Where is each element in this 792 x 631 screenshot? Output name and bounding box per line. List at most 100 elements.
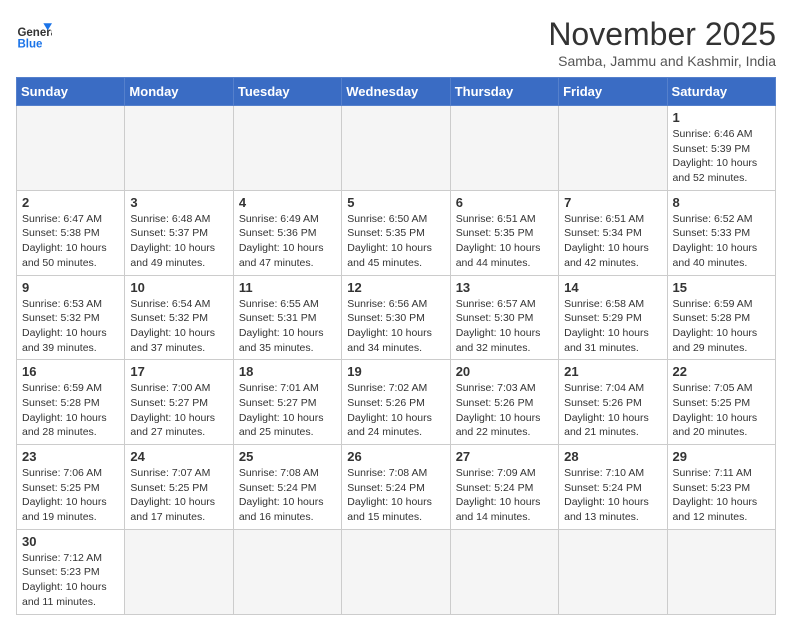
day-number: 30 (22, 534, 119, 549)
page-header: General Blue November 2025 Samba, Jammu … (16, 16, 776, 69)
svg-text:Blue: Blue (17, 39, 43, 51)
day-info: Sunrise: 6:58 AMSunset: 5:29 PMDaylight:… (564, 297, 661, 356)
day-number: 23 (22, 449, 119, 464)
day-number: 17 (130, 364, 227, 379)
calendar-day-cell (342, 529, 450, 614)
calendar-day-cell (559, 106, 667, 191)
day-info: Sunrise: 7:07 AMSunset: 5:25 PMDaylight:… (130, 466, 227, 525)
day-number: 7 (564, 195, 661, 210)
day-number: 2 (22, 195, 119, 210)
day-info: Sunrise: 7:08 AMSunset: 5:24 PMDaylight:… (239, 466, 336, 525)
day-number: 20 (456, 364, 553, 379)
day-number: 8 (673, 195, 770, 210)
calendar-week-row: 30 Sunrise: 7:12 AMSunset: 5:23 PMDayligh… (17, 529, 776, 614)
calendar-day-cell: 12 Sunrise: 6:56 AMSunset: 5:30 PMDayligh… (342, 275, 450, 360)
day-info: Sunrise: 7:04 AMSunset: 5:26 PMDaylight:… (564, 381, 661, 440)
day-info: Sunrise: 6:52 AMSunset: 5:33 PMDaylight:… (673, 212, 770, 271)
calendar-day-cell: 30 Sunrise: 7:12 AMSunset: 5:23 PMDayligh… (17, 529, 125, 614)
day-number: 29 (673, 449, 770, 464)
calendar-header-row: SundayMondayTuesdayWednesdayThursdayFrid… (17, 78, 776, 106)
calendar-day-cell (233, 529, 341, 614)
calendar-day-cell: 13Sunrise: 6:57 AMSunset: 5:30 PMDayligh… (450, 275, 558, 360)
calendar-day-cell: 11 Sunrise: 6:55 AMSunset: 5:31 PMDayligh… (233, 275, 341, 360)
day-info: Sunrise: 7:05 AMSunset: 5:25 PMDaylight:… (673, 381, 770, 440)
day-info: Sunrise: 7:06 AMSunset: 5:25 PMDaylight:… (22, 466, 119, 525)
calendar-day-cell: 27 Sunrise: 7:09 AMSunset: 5:24 PMDayligh… (450, 445, 558, 530)
calendar-day-cell: 21Sunrise: 7:04 AMSunset: 5:26 PMDayligh… (559, 360, 667, 445)
calendar-day-cell (450, 529, 558, 614)
calendar-day-cell: 28Sunrise: 7:10 AMSunset: 5:24 PMDayligh… (559, 445, 667, 530)
calendar-day-cell (125, 106, 233, 191)
logo: General Blue (16, 16, 52, 52)
calendar-day-cell: 19Sunrise: 7:02 AMSunset: 5:26 PMDayligh… (342, 360, 450, 445)
day-info: Sunrise: 7:12 AMSunset: 5:23 PMDaylight:… (22, 551, 119, 610)
calendar-day-cell: 26 Sunrise: 7:08 AMSunset: 5:24 PMDayligh… (342, 445, 450, 530)
logo-svg: General Blue (16, 16, 52, 52)
day-number: 4 (239, 195, 336, 210)
calendar-day-cell: 10Sunrise: 6:54 AMSunset: 5:32 PMDayligh… (125, 275, 233, 360)
day-number: 28 (564, 449, 661, 464)
day-info: Sunrise: 6:57 AMSunset: 5:30 PMDaylight:… (456, 297, 553, 356)
weekday-header-saturday: Saturday (667, 78, 775, 106)
calendar-day-cell: 4Sunrise: 6:49 AMSunset: 5:36 PMDaylight… (233, 190, 341, 275)
day-info: Sunrise: 6:50 AMSunset: 5:35 PMDaylight:… (347, 212, 444, 271)
calendar-day-cell: 23 Sunrise: 7:06 AMSunset: 5:25 PMDayligh… (17, 445, 125, 530)
title-area: November 2025 Samba, Jammu and Kashmir, … (548, 16, 776, 69)
day-info: Sunrise: 6:48 AMSunset: 5:37 PMDaylight:… (130, 212, 227, 271)
day-number: 3 (130, 195, 227, 210)
day-info: Sunrise: 6:47 AMSunset: 5:38 PMDaylight:… (22, 212, 119, 271)
day-number: 11 (239, 280, 336, 295)
calendar-day-cell (342, 106, 450, 191)
weekday-header-friday: Friday (559, 78, 667, 106)
calendar-day-cell: 6Sunrise: 6:51 AMSunset: 5:35 PMDaylight… (450, 190, 558, 275)
calendar-day-cell: 22 Sunrise: 7:05 AMSunset: 5:25 PMDayligh… (667, 360, 775, 445)
day-number: 6 (456, 195, 553, 210)
day-info: Sunrise: 6:59 AMSunset: 5:28 PMDaylight:… (673, 297, 770, 356)
weekday-header-wednesday: Wednesday (342, 78, 450, 106)
day-info: Sunrise: 6:46 AMSunset: 5:39 PMDaylight:… (673, 127, 770, 186)
location-subtitle: Samba, Jammu and Kashmir, India (548, 53, 776, 69)
day-number: 12 (347, 280, 444, 295)
day-number: 27 (456, 449, 553, 464)
day-info: Sunrise: 7:09 AMSunset: 5:24 PMDaylight:… (456, 466, 553, 525)
calendar-day-cell: 14Sunrise: 6:58 AMSunset: 5:29 PMDayligh… (559, 275, 667, 360)
calendar-day-cell: 20 Sunrise: 7:03 AMSunset: 5:26 PMDayligh… (450, 360, 558, 445)
calendar-day-cell (233, 106, 341, 191)
calendar-table: SundayMondayTuesdayWednesdayThursdayFrid… (16, 77, 776, 615)
calendar-day-cell: 1Sunrise: 6:46 AMSunset: 5:39 PMDaylight… (667, 106, 775, 191)
day-number: 18 (239, 364, 336, 379)
day-number: 16 (22, 364, 119, 379)
weekday-header-monday: Monday (125, 78, 233, 106)
calendar-day-cell (559, 529, 667, 614)
weekday-header-thursday: Thursday (450, 78, 558, 106)
day-info: Sunrise: 6:54 AMSunset: 5:32 PMDaylight:… (130, 297, 227, 356)
day-info: Sunrise: 7:08 AMSunset: 5:24 PMDaylight:… (347, 466, 444, 525)
calendar-day-cell: 7 Sunrise: 6:51 AMSunset: 5:34 PMDaylight… (559, 190, 667, 275)
day-number: 9 (22, 280, 119, 295)
calendar-day-cell: 24Sunrise: 7:07 AMSunset: 5:25 PMDayligh… (125, 445, 233, 530)
day-number: 5 (347, 195, 444, 210)
day-info: Sunrise: 6:55 AMSunset: 5:31 PMDaylight:… (239, 297, 336, 356)
day-number: 25 (239, 449, 336, 464)
calendar-day-cell (125, 529, 233, 614)
day-info: Sunrise: 6:53 AMSunset: 5:32 PMDaylight:… (22, 297, 119, 356)
day-number: 22 (673, 364, 770, 379)
calendar-week-row: 23 Sunrise: 7:06 AMSunset: 5:25 PMDayligh… (17, 445, 776, 530)
weekday-header-sunday: Sunday (17, 78, 125, 106)
calendar-day-cell: 9 Sunrise: 6:53 AMSunset: 5:32 PMDaylight… (17, 275, 125, 360)
day-number: 26 (347, 449, 444, 464)
calendar-day-cell (450, 106, 558, 191)
calendar-day-cell: 8 Sunrise: 6:52 AMSunset: 5:33 PMDaylight… (667, 190, 775, 275)
calendar-week-row: 2 Sunrise: 6:47 AMSunset: 5:38 PMDaylight… (17, 190, 776, 275)
day-number: 19 (347, 364, 444, 379)
calendar-day-cell (17, 106, 125, 191)
day-info: Sunrise: 7:03 AMSunset: 5:26 PMDaylight:… (456, 381, 553, 440)
day-info: Sunrise: 6:56 AMSunset: 5:30 PMDaylight:… (347, 297, 444, 356)
day-info: Sunrise: 7:11 AMSunset: 5:23 PMDaylight:… (673, 466, 770, 525)
calendar-week-row: 9 Sunrise: 6:53 AMSunset: 5:32 PMDaylight… (17, 275, 776, 360)
day-info: Sunrise: 7:00 AMSunset: 5:27 PMDaylight:… (130, 381, 227, 440)
calendar-day-cell: 3 Sunrise: 6:48 AMSunset: 5:37 PMDaylight… (125, 190, 233, 275)
calendar-day-cell: 16Sunrise: 6:59 AMSunset: 5:28 PMDayligh… (17, 360, 125, 445)
day-info: Sunrise: 6:51 AMSunset: 5:34 PMDaylight:… (564, 212, 661, 271)
calendar-day-cell (667, 529, 775, 614)
